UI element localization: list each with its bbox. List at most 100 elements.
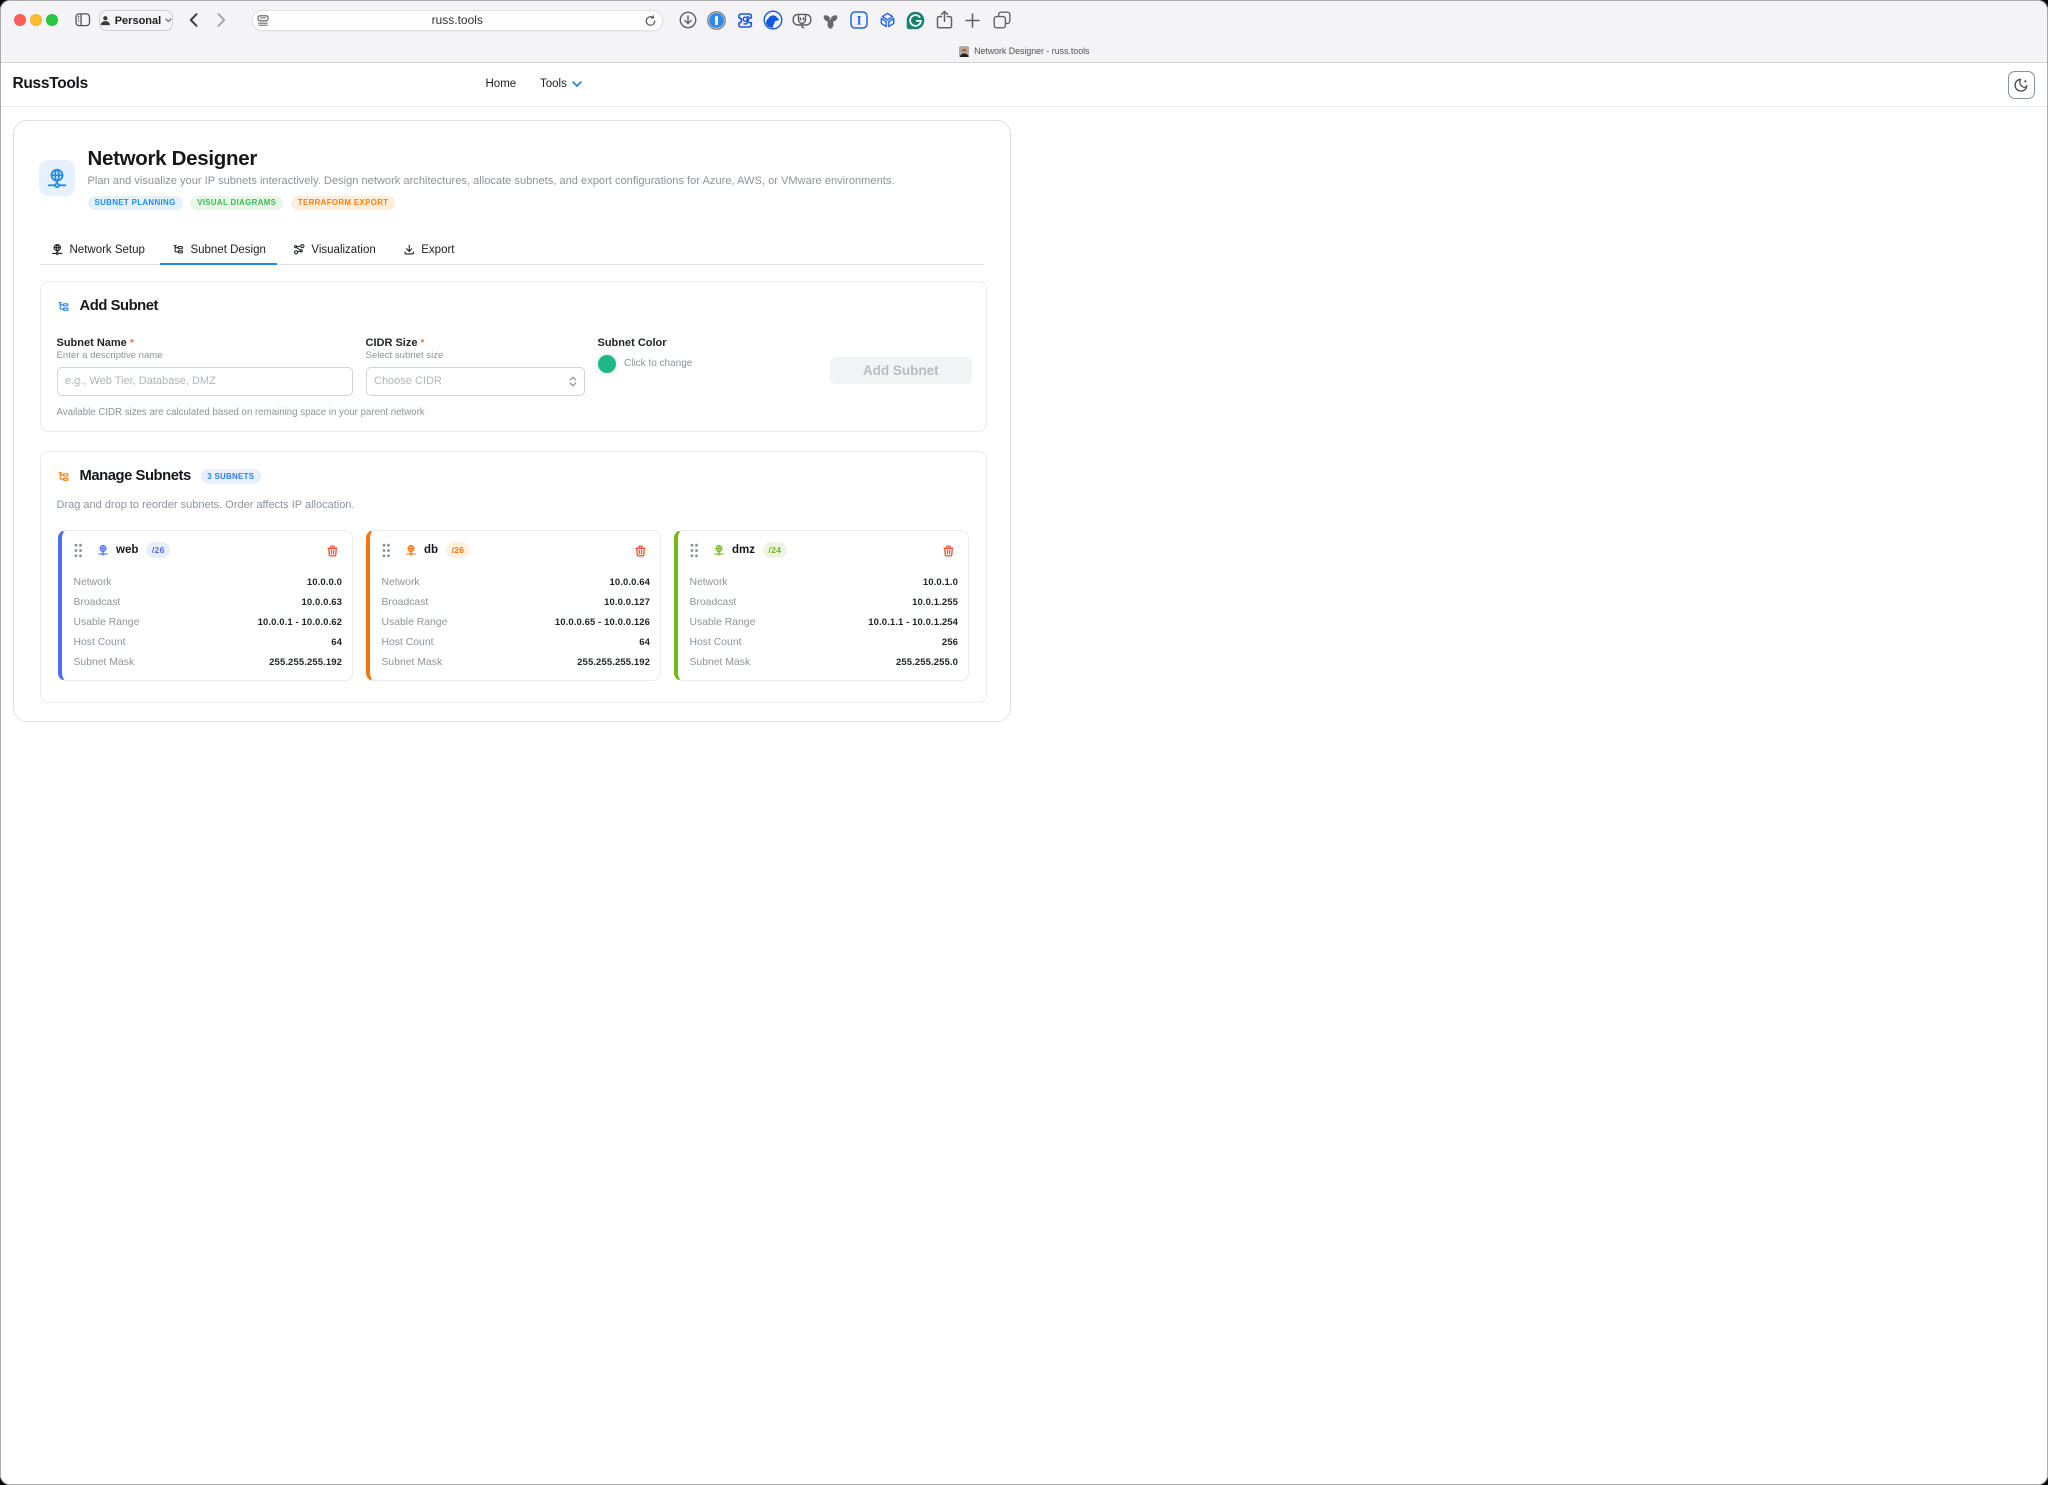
reorder-hint: Drag and drop to reorder subnets. Order …	[57, 499, 355, 511]
subnet-card-web: web /26 Network10.0.0.0 Broadcast10.0.0.…	[58, 530, 354, 681]
cidr-help-text: Available CIDR sizes are calculated base…	[57, 407, 425, 418]
required-asterisk: *	[421, 338, 425, 349]
subnet-details: Network10.0.1.0 Broadcast10.0.1.255 Usab…	[690, 573, 959, 673]
drag-handle-icon[interactable]	[74, 543, 83, 558]
manage-subnets-card: Manage Subnets 3 SUBNETS Drag and drop t…	[40, 451, 987, 703]
reload-button[interactable]	[644, 14, 658, 28]
drag-handle-icon[interactable]	[690, 543, 699, 558]
share-button[interactable]	[936, 10, 953, 30]
ghostery-extension-button[interactable]	[736, 11, 755, 30]
tab-network-setup[interactable]: Network Setup	[40, 235, 157, 264]
brand-logo[interactable]: RussTools	[13, 75, 88, 93]
back-button[interactable]	[186, 12, 200, 28]
cidr-placeholder: Choose CIDR	[374, 375, 442, 387]
subnet-name-input[interactable]: e.g., Web Tier, Database, DMZ	[57, 367, 354, 396]
subnet-color-label: Subnet Color	[598, 336, 693, 350]
cube-extension-button[interactable]	[877, 10, 898, 30]
nav-tools[interactable]: Tools	[540, 78, 582, 90]
trash-icon[interactable]	[326, 544, 339, 558]
subnet-details: Network10.0.0.0 Broadcast10.0.0.63 Usabl…	[74, 573, 343, 673]
subnet-grid: web /26 Network10.0.0.0 Broadcast10.0.0.…	[58, 530, 970, 681]
network-designer-card: Network Designer Plan and visualize your…	[13, 120, 1011, 722]
detail-row-broadcast: Broadcast10.0.0.127	[382, 593, 651, 613]
detail-row-subnet-mask: Subnet Mask255.255.255.192	[74, 653, 343, 673]
subtask-icon	[57, 300, 70, 313]
chart-dots-icon	[293, 243, 306, 256]
cidr-size-select[interactable]: Choose CIDR	[366, 367, 586, 396]
subnet-count-badge: 3 SUBNETS	[201, 469, 261, 484]
plus-icon	[965, 13, 980, 28]
subtask-icon	[57, 470, 70, 483]
drag-handle-icon[interactable]	[382, 543, 391, 558]
network-icon	[46, 167, 68, 189]
detail-row-network: Network10.0.1.0	[690, 573, 959, 593]
ghostery-g-icon	[736, 11, 755, 30]
tab-visualization[interactable]: Visualization	[281, 235, 387, 264]
page-title: Network Designer	[88, 146, 895, 172]
page-menu-button[interactable]	[257, 15, 270, 27]
cidr-badge: /26	[146, 542, 170, 558]
subnet-card-db: db /26 Network10.0.0.64 Broadcast10.0.0.…	[366, 530, 662, 681]
detail-row-broadcast: Broadcast10.0.0.63	[74, 593, 343, 613]
manage-subnets-title: Manage Subnets	[80, 468, 191, 484]
add-subnet-button[interactable]: Add Subnet	[830, 357, 973, 384]
new-tab-button[interactable]	[964, 12, 981, 29]
color-swatch[interactable]	[598, 355, 617, 374]
window-minimize-button[interactable]	[30, 14, 42, 26]
onepassword-extension-button[interactable]	[707, 11, 726, 30]
grammarly-extension-button[interactable]	[906, 10, 925, 30]
nav-home[interactable]: Home	[486, 78, 517, 90]
svg-text:I: I	[857, 14, 862, 28]
subnet-card-header: web /26	[62, 539, 353, 562]
bear-extension-button[interactable]	[763, 10, 783, 30]
badge-subnet-planning: SUBNET PLANNING	[88, 196, 183, 210]
add-subnet-title: Add Subnet	[80, 298, 159, 314]
mammoth-icon	[792, 11, 812, 30]
field-label-text: CIDR Size	[366, 337, 418, 349]
badge-row: SUBNET PLANNING VISUAL DIAGRAMS TERRAFOR…	[88, 196, 895, 210]
tab-export[interactable]: Export	[391, 235, 466, 264]
moon-stars-icon	[2013, 77, 2029, 93]
color-swatch-hint: Click to change	[624, 358, 692, 369]
tab-title: Network Designer - russ.tools	[974, 46, 1089, 56]
browser-toolbar: Personal russ.tools	[0, 0, 2048, 63]
downloads-button[interactable]	[679, 11, 697, 29]
network-icon	[51, 243, 64, 256]
detail-row-host-count: Host Count64	[382, 633, 651, 653]
subnet-card-dmz: dmz /24 Network10.0.1.0 Broadcast10.0.1.…	[674, 530, 970, 681]
window-close-button[interactable]	[14, 14, 26, 26]
tab-bar[interactable]: Network Designer - russ.tools	[0, 40, 2048, 63]
petals-extension-button[interactable]	[821, 11, 840, 30]
window-zoom-button[interactable]	[46, 14, 58, 26]
profile-button[interactable]: Personal	[99, 10, 173, 31]
trash-icon[interactable]	[942, 544, 955, 558]
subnet-name-field: Subnet Name * Enter a descriptive name e…	[57, 336, 354, 396]
detail-row-usable-range: Usable Range10.0.0.65 - 10.0.0.126	[382, 613, 651, 633]
detail-row-usable-range: Usable Range10.0.1.1 - 10.0.1.254	[690, 613, 959, 633]
chevron-left-icon	[189, 13, 198, 27]
subnet-name: dmz	[732, 544, 755, 556]
address-bar[interactable]: russ.tools	[252, 10, 663, 31]
tab-subnet-design[interactable]: Subnet Design	[160, 235, 277, 264]
instapaper-extension-button[interactable]: I	[850, 11, 868, 29]
download-circle-icon	[679, 11, 697, 29]
subtask-icon	[172, 243, 185, 256]
subnet-name-placeholder: e.g., Web Tier, Database, DMZ	[65, 375, 216, 387]
cidr-size-field: CIDR Size * Select subnet size Choose CI…	[366, 336, 586, 396]
forward-button[interactable]	[214, 12, 228, 28]
chevron-down-icon	[572, 81, 582, 88]
bear-icon	[763, 10, 783, 30]
sidebar-toggle-button[interactable]	[74, 12, 92, 28]
swatch-row: Click to change	[598, 355, 693, 374]
page-description: Plan and visualize your IP subnets inter…	[88, 173, 895, 189]
user-icon	[100, 15, 111, 26]
profile-label: Personal	[115, 15, 161, 27]
subnet-name: web	[116, 544, 138, 556]
trash-icon[interactable]	[634, 544, 647, 558]
dark-mode-toggle[interactable]	[2008, 71, 2036, 99]
mammoth-extension-button[interactable]	[792, 11, 812, 30]
cidr-badge: /26	[446, 542, 470, 558]
site-header: RussTools Home Tools	[0, 63, 2048, 107]
tool-header: Network Designer Plan and visualize your…	[39, 146, 895, 210]
tab-overview-button[interactable]	[992, 11, 1011, 29]
